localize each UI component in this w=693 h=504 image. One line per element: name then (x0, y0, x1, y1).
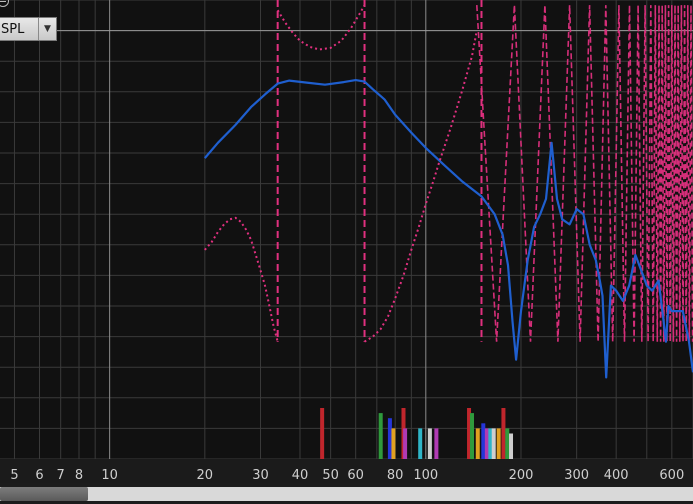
plot-area[interactable] (0, 0, 693, 459)
marker-bar (481, 423, 486, 459)
x-tick-label: 5 (10, 468, 18, 483)
marker-bar (475, 428, 480, 459)
marker-bar (427, 428, 432, 459)
x-tick-label: 20 (197, 468, 214, 483)
marker-bar (434, 428, 439, 459)
x-tick-label: 100 (413, 468, 438, 483)
measurement-select[interactable]: SPL ▼ (0, 17, 57, 41)
marker-bar (496, 428, 501, 459)
marker-bar (418, 428, 423, 459)
x-tick-label: 80 (387, 468, 404, 483)
marker-bar (484, 428, 489, 459)
marker-bar (387, 418, 392, 459)
marker-bar (403, 428, 408, 459)
marker-bar (320, 408, 325, 459)
marker-bar (378, 413, 383, 459)
measurement-select-value: SPL (1, 21, 25, 37)
x-tick-label: 200 (509, 468, 534, 483)
x-tick-label: 600 (659, 468, 684, 483)
scrollbar-thumb[interactable] (0, 487, 88, 501)
x-tick-label: 10 (101, 468, 118, 483)
marker-bar (470, 413, 475, 459)
x-tick-label: 40 (292, 468, 309, 483)
frequency-response-plot[interactable] (0, 0, 693, 504)
x-tick-label: 8 (75, 468, 83, 483)
marker-bar (505, 428, 510, 459)
x-tick-label: 30 (252, 468, 269, 483)
marker-bar (491, 428, 496, 459)
marker-bar (391, 428, 396, 459)
marker-bar (509, 433, 514, 459)
x-axis-labels: 5 6 7 8 10 20 30 40 50 60 80 100 200 300 400 600 (10, 468, 684, 483)
scrollbar-track[interactable] (0, 487, 693, 501)
x-tick-label: 6 (35, 468, 43, 483)
x-tick-label: 400 (604, 468, 629, 483)
x-tick-label: 60 (347, 468, 364, 483)
x-tick-label: 7 (57, 468, 65, 483)
x-tick-label: 300 (564, 468, 589, 483)
horizontal-scrollbar[interactable] (0, 483, 693, 504)
marker-bar (501, 408, 506, 459)
chevron-down-icon[interactable]: ▼ (38, 18, 56, 40)
x-tick-label: 50 (322, 468, 339, 483)
